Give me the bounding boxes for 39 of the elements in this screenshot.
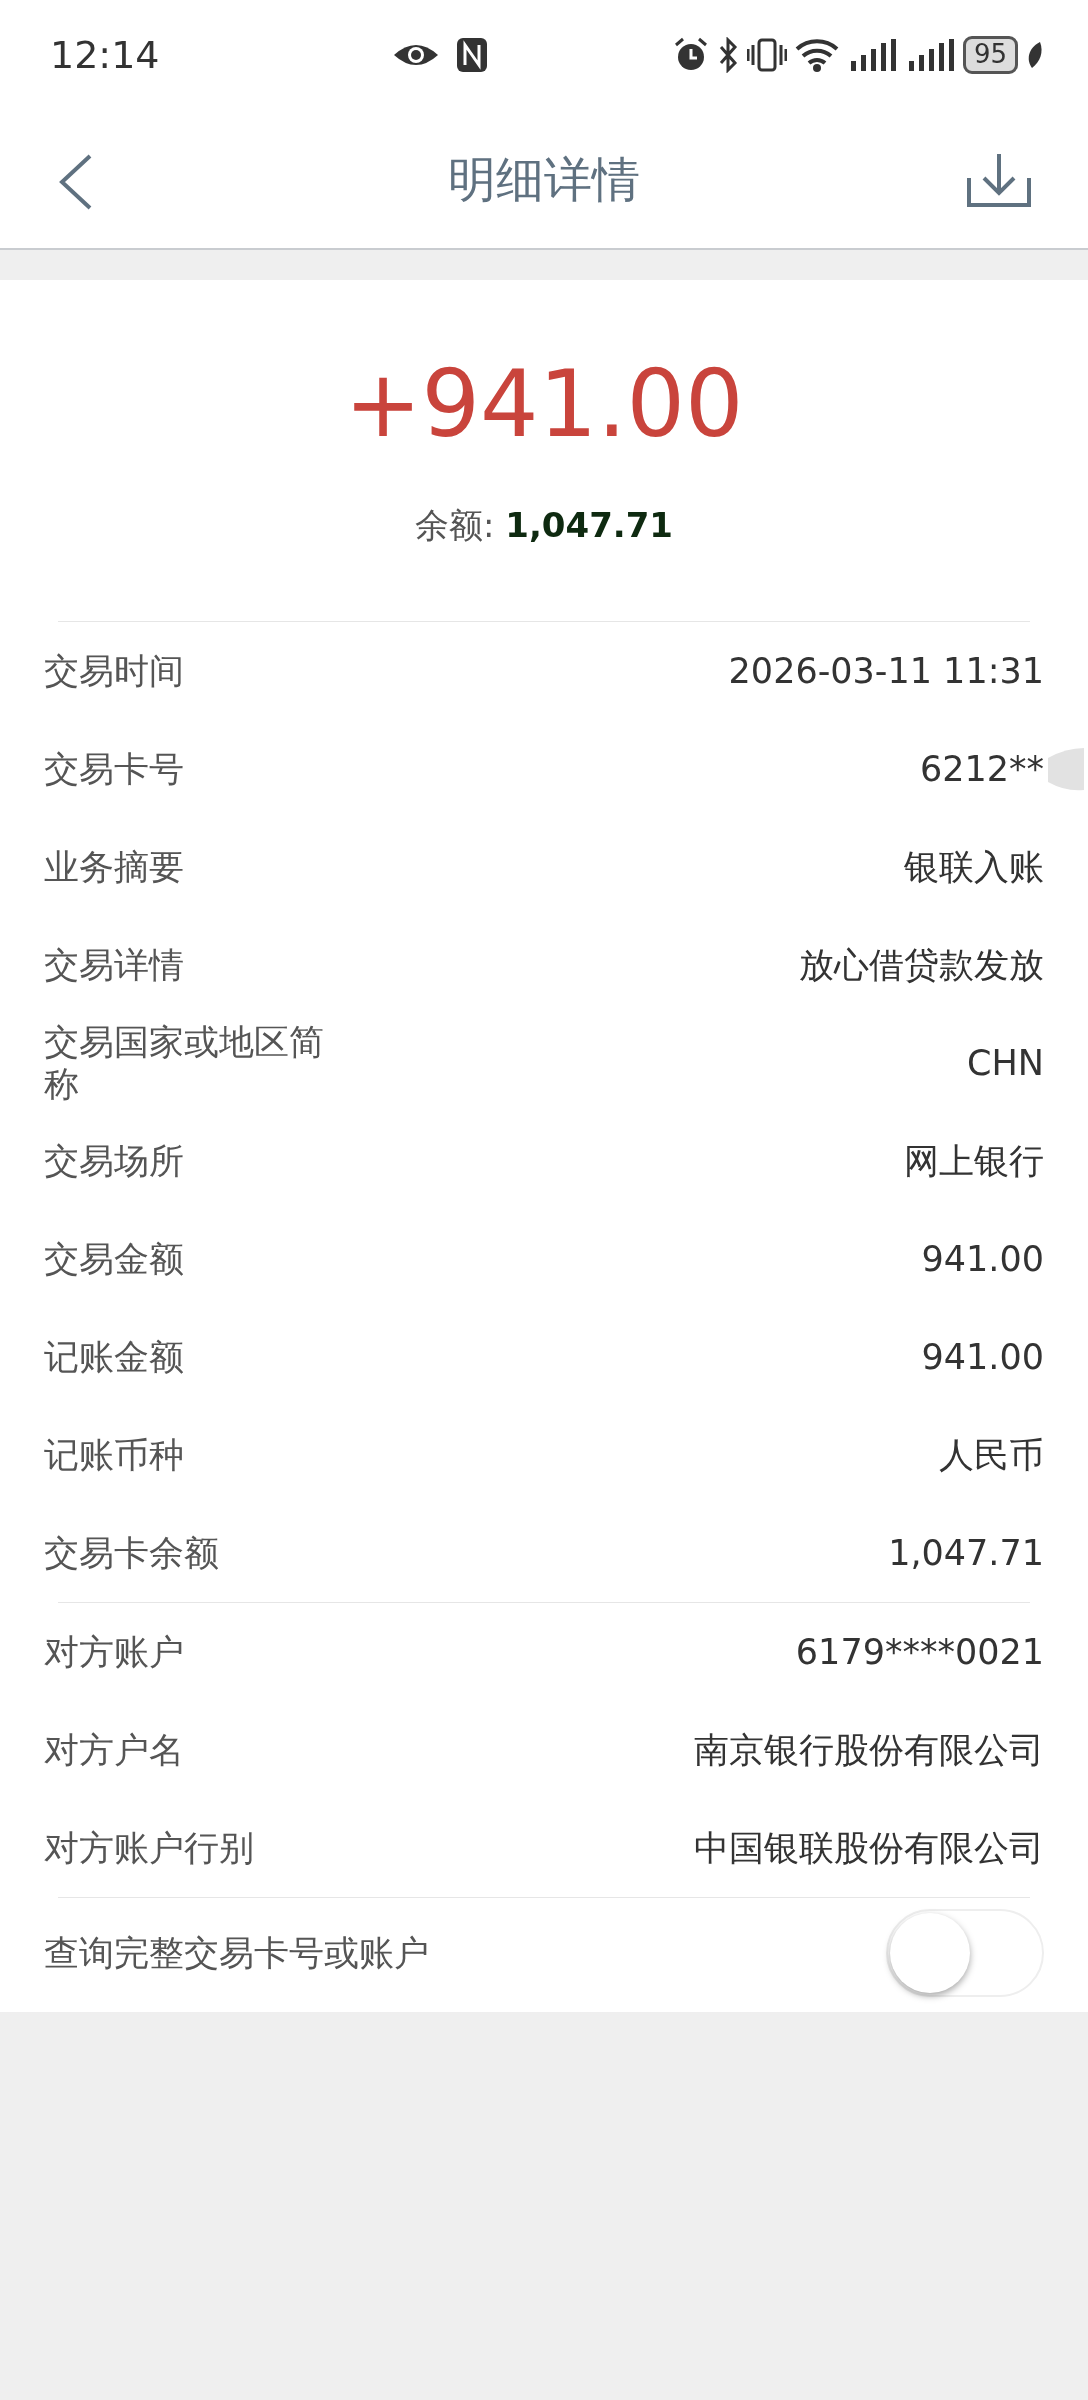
detail-label: 记账金额 [44,1336,185,1379]
status-time: 12:14 [50,31,160,79]
detail-label: 对方账户 [44,1631,185,1674]
detail-value: 网上银行 [904,1140,1044,1184]
detail-value: 941.00 [921,1238,1044,1282]
detail-label: 对方户名 [44,1729,185,1772]
wifi-icon [794,37,839,73]
detail-label: 业务摘要 [44,846,185,889]
battery-level: 95 [962,36,1018,74]
balance-label: 余额: [414,505,495,546]
detail-label: 交易卡余额 [44,1532,220,1575]
detail-label: 交易详情 [44,944,185,987]
toggle-label: 查询完整交易卡号或账户 [44,1932,429,1975]
vibrate-icon [746,37,787,73]
detail-value: 放心借贷款发放 [799,944,1044,988]
detail-value: 中国银联股份有限公司 [694,1827,1044,1871]
detail-label: 交易金额 [44,1238,185,1281]
balance-value: 1,047.71 [505,505,674,546]
page-title: 明细详情 [448,150,640,209]
detail-value: 2026-03-11 11:31 [728,650,1044,694]
detail-value: 南京银行股份有限公司 [694,1729,1044,1773]
detail-value: 1,047.71 [888,1532,1044,1576]
detail-value: CHN [967,1042,1044,1086]
amount-value: +941.00 [344,351,744,458]
detail-label: 对方账户行别 [44,1827,255,1870]
detail-value: 人民币 [939,1434,1044,1478]
detail-label: 交易场所 [44,1140,185,1183]
detail-value: 6179****0021 [795,1631,1044,1675]
leaf-icon [1026,40,1044,70]
detail-value: 6212** [919,743,1044,796]
alarm-icon [672,37,709,73]
detail-value: 银联入账 [904,846,1044,890]
detail-label: 交易时间 [44,650,185,693]
detail-value: 941.00 [921,1336,1044,1380]
detail-label: 记账币种 [44,1434,185,1477]
nfc-icon [456,37,489,73]
detail-label: 交易卡号 [44,748,185,791]
detail-label: 交易国家或地区简称 [44,1021,325,1106]
download-icon[interactable] [966,152,1032,208]
